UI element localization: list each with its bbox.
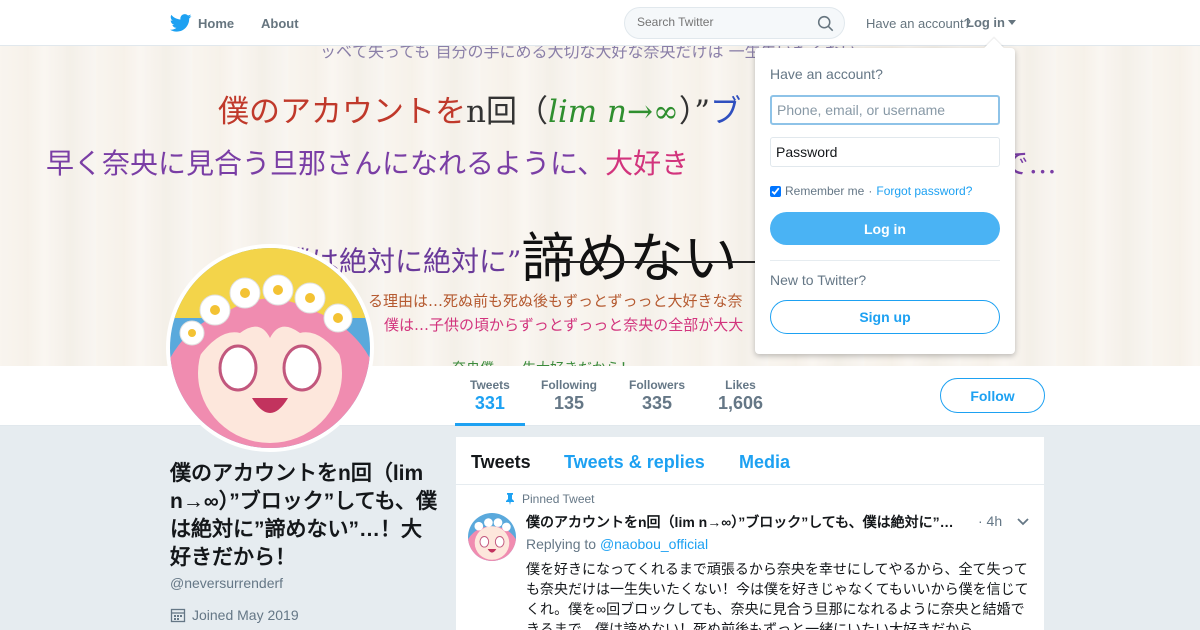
tab-media[interactable]: Media [739, 452, 790, 473]
banner-text: 早く奈央に見合う旦那さんになれるように、 [46, 147, 606, 180]
joined-label: Joined May 2019 [192, 607, 299, 623]
forgot-password-link[interactable]: Forgot password? [876, 184, 972, 198]
remember-row: Remember me · Forgot password? [770, 184, 972, 198]
signup-button[interactable]: Sign up [770, 300, 1000, 334]
tweet-avatar[interactable] [468, 513, 516, 561]
username-input[interactable] [770, 95, 1000, 125]
banner-text: lim n→∞ [547, 94, 679, 130]
timeline-tabs: Tweets Tweets & replies Media [456, 437, 1044, 485]
profile-name[interactable]: 僕のアカウントをn回（lim n→∞）”ブロック”しても、僕は絶対に”諦めない”… [170, 460, 440, 572]
tab-tweets-replies[interactable]: Tweets & replies [564, 452, 705, 473]
stat-value: 335 [641, 393, 673, 413]
twitter-bird-icon [170, 14, 192, 32]
pin-icon [506, 493, 514, 505]
have-account-text: Have an account? [866, 16, 971, 31]
replying-handle-link[interactable]: @naobou_official [600, 536, 708, 552]
tweet-text: 僕を好きになってくれるまで頑張るから奈央を幸せにしてやるから、全て失っても奈央だ… [526, 561, 1029, 630]
home-link[interactable]: Home [170, 14, 234, 32]
banner-line-6: 奈央僕…一生大好きだから！ [452, 358, 634, 366]
follow-button[interactable]: Follow [940, 378, 1045, 413]
stat-tweets[interactable]: Tweets 331 [455, 378, 525, 426]
password-input[interactable] [770, 137, 1000, 167]
stat-value: 135 [553, 393, 585, 413]
banner-line-5: 僕は…子供の頃からずっとずっっと奈央の全部が大大 [384, 316, 744, 334]
banner-text: ）” [678, 94, 711, 130]
login-dropdown: Have an account? Remember me · Forgot pa… [755, 48, 1015, 354]
banner-text: 諦めない [521, 227, 738, 290]
dropdown-title: Have an account? [770, 66, 883, 82]
caret-down-icon [1008, 20, 1016, 25]
remember-checkbox[interactable] [770, 185, 781, 197]
stat-followers[interactable]: Followers 335 [629, 378, 685, 414]
anime-avatar-image [170, 248, 370, 448]
search-box[interactable] [624, 7, 845, 39]
login-label: Log in [966, 15, 1005, 30]
login-button[interactable]: Log in [770, 212, 1000, 245]
banner-line-4: る理由は…死ぬ前も死ぬ後もずっとずっっと大好きな奈 [368, 292, 743, 310]
tweet-timestamp[interactable]: · 4h [978, 513, 1002, 529]
joined-date: Joined May 2019 [170, 607, 299, 623]
stat-label: Following [541, 378, 597, 392]
banner-text: ブ [710, 94, 742, 130]
banner-underline [547, 261, 767, 263]
banner-text: 僕のアカウントを [218, 94, 466, 130]
pinned-label: Pinned Tweet [522, 492, 595, 506]
stat-value: 1,606 [718, 393, 764, 413]
anime-avatar-image [468, 513, 516, 561]
banner-line-1: 僕のアカウントをn回（lim n→∞）” ブ [218, 86, 741, 131]
new-to-twitter-label: New to Twitter? [770, 272, 867, 288]
stat-label: Tweets [470, 378, 510, 392]
divider [770, 260, 1000, 261]
home-label: Home [198, 15, 235, 31]
stat-likes[interactable]: Likes 1,606 [718, 378, 763, 414]
stat-label: Likes [725, 378, 756, 392]
stat-value: 331 [474, 393, 505, 413]
login-dropdown-toggle[interactable]: Log in [966, 15, 1016, 30]
stat-following[interactable]: Following 135 [541, 378, 597, 414]
search-icon[interactable] [817, 15, 834, 32]
banner-text: 大好き [605, 147, 690, 180]
remember-label[interactable]: Remember me [785, 184, 864, 198]
banner-line-3: 僕は絶対に絶対に”諦めない [283, 214, 737, 293]
chevron-down-icon[interactable] [1017, 518, 1029, 526]
timeline: Tweets Tweets & replies Media Pinned Twe… [456, 437, 1044, 630]
tweet-author-name[interactable]: 僕のアカウントをn回（lim n→∞）”ブロック”しても、僕は絶対に”諦めない”… [526, 512, 966, 532]
top-navigation: Home About Have an account? Log in [0, 0, 1200, 46]
replying-label: Replying to [526, 536, 597, 552]
banner-text: n回（ [466, 94, 548, 130]
search-input[interactable] [637, 15, 807, 29]
profile-avatar[interactable] [166, 244, 374, 452]
profile-handle[interactable]: @neversurrenderf [170, 575, 283, 591]
replying-to: Replying to @naobou_official [526, 536, 708, 552]
tab-tweets[interactable]: Tweets [471, 452, 531, 473]
pinned-indicator: Pinned Tweet [504, 492, 595, 506]
calendar-icon [170, 608, 186, 623]
about-link[interactable]: About [261, 16, 299, 31]
stat-label: Followers [629, 378, 686, 392]
separator-dot: · [868, 184, 873, 198]
